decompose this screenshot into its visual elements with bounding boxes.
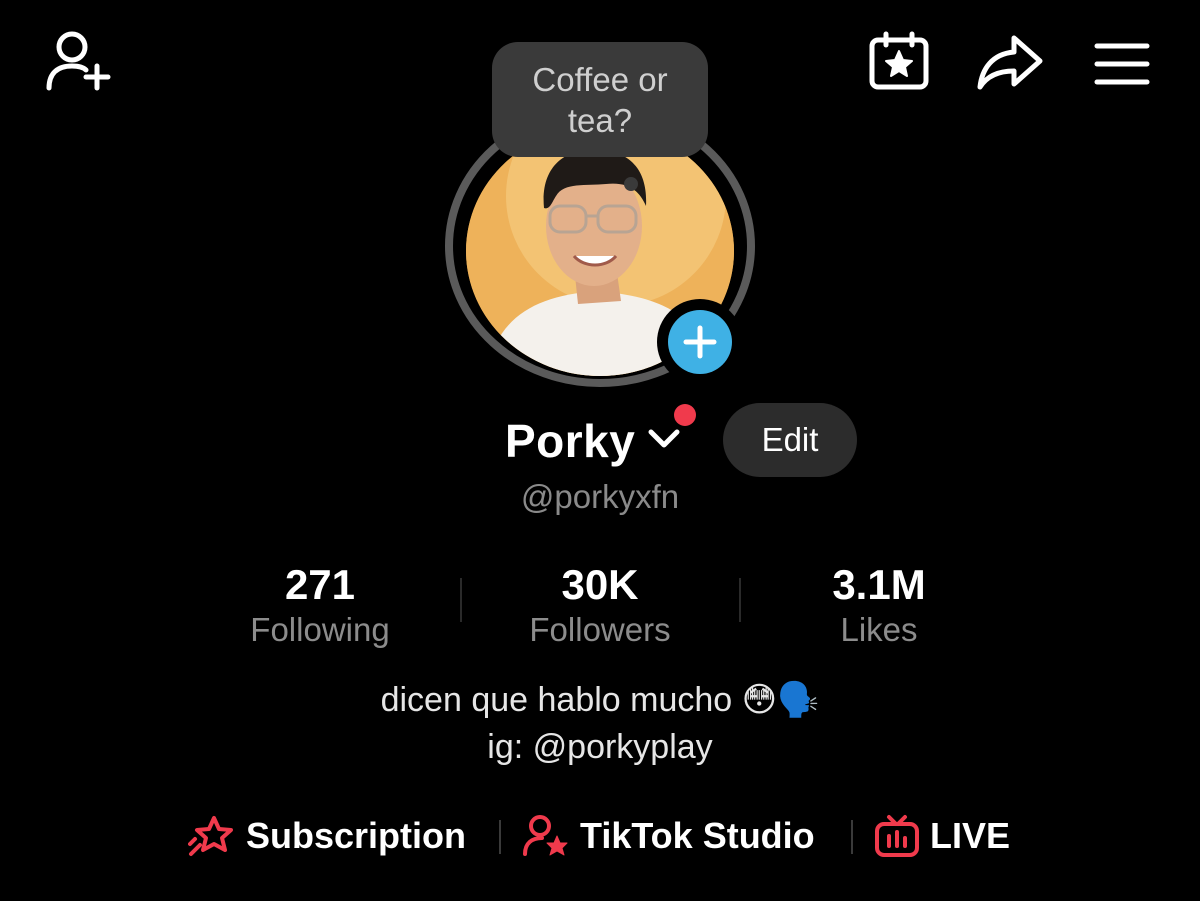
note-text: Coffee or tea? [532, 60, 668, 139]
stat-label: Followers [529, 611, 671, 648]
share-icon[interactable] [976, 34, 1044, 92]
add-story-button[interactable] [657, 299, 743, 385]
display-name[interactable]: Porky [505, 413, 635, 469]
stat-value: 271 [284, 561, 356, 608]
tiktok-studio-label: TikTok Studio [580, 815, 815, 856]
studio-person-icon [523, 815, 568, 856]
chevron-down-icon[interactable] [648, 428, 680, 450]
stat-following[interactable]: 271 Following [200, 562, 440, 652]
username: @porkyxfn [520, 478, 680, 515]
link-divider [499, 820, 501, 854]
stat-divider [739, 578, 741, 622]
menu-icon[interactable] [1094, 42, 1150, 86]
link-divider [851, 820, 853, 854]
tiktok-studio-link[interactable]: TikTok Studio [522, 810, 815, 862]
subscription-star-icon [188, 816, 233, 856]
stat-likes[interactable]: 3.1M Likes [759, 562, 999, 652]
bio-link[interactable]: ig: @porkyplay [0, 728, 1200, 767]
stat-divider [460, 578, 462, 622]
calendar-star-icon[interactable] [868, 31, 930, 91]
edit-button[interactable]: Edit [723, 403, 857, 477]
stat-label: Likes [840, 611, 918, 648]
live-label: LIVE [930, 815, 1011, 856]
subscription-label: Subscription [246, 815, 467, 856]
live-tv-icon [875, 815, 919, 857]
stat-followers[interactable]: 30K Followers [480, 562, 720, 652]
bio-line: dicen que hablo mucho 😳🗣️ [380, 681, 820, 719]
note-bubble-tail [624, 177, 638, 191]
plus-icon [668, 310, 732, 374]
add-friend-icon[interactable] [44, 30, 112, 92]
stat-value: 3.1M [832, 561, 926, 608]
note-bubble[interactable]: Coffee or tea? [492, 42, 708, 157]
notification-dot [674, 404, 696, 426]
live-link[interactable]: LIVE [874, 810, 1010, 862]
subscription-link[interactable]: Subscription [188, 810, 466, 862]
stat-label: Following [250, 611, 390, 648]
stat-value: 30K [561, 561, 639, 608]
